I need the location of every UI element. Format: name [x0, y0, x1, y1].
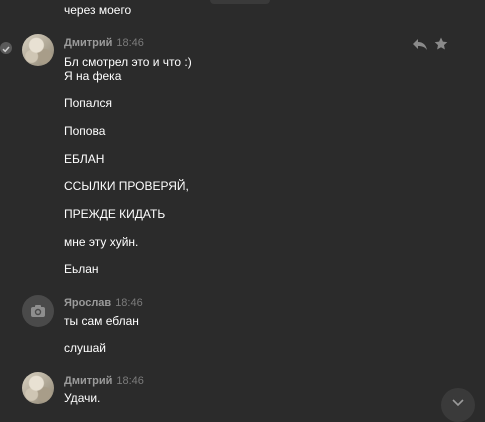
- message-text: через моего: [64, 3, 132, 17]
- message-time: 18:46: [116, 375, 144, 387]
- message-time: 18:46: [116, 37, 144, 49]
- author-name[interactable]: Дмитрий: [64, 375, 112, 387]
- message-author[interactable]: Дмитрий 18:46: [64, 375, 144, 388]
- author-name[interactable]: Ярослав: [64, 297, 111, 309]
- camera-icon: [31, 305, 45, 317]
- scroll-down-button[interactable]: [441, 388, 475, 422]
- message-text: Еьлан: [64, 262, 99, 276]
- message-text: Бл смотрел это и что :): [64, 55, 192, 69]
- message-author[interactable]: Дмитрий 18:46: [64, 37, 144, 50]
- message-text: Я на фека: [64, 69, 122, 83]
- message-text: ты сам еблан: [64, 314, 139, 328]
- message-author[interactable]: Ярослав 18:46: [64, 297, 143, 310]
- avatar[interactable]: [22, 34, 54, 66]
- author-name[interactable]: Дмитрий: [64, 37, 112, 49]
- reply-icon[interactable]: [412, 36, 428, 52]
- avatar[interactable]: [22, 295, 54, 327]
- message-text: ССЫЛКИ ПРОВЕРЯЙ,: [64, 179, 189, 193]
- message-text: ПРЕЖДЕ КИДАТЬ: [64, 207, 166, 221]
- scroll-top-indicator: [210, 0, 270, 4]
- avatar[interactable]: [22, 372, 54, 404]
- chat-history: через моего Дмитрий 18:46 Бл смотрел это …: [0, 0, 485, 422]
- message-text: Удачи.: [64, 391, 101, 405]
- check-icon: [0, 42, 12, 54]
- message-time: 18:46: [115, 297, 143, 309]
- star-icon[interactable]: [433, 36, 449, 52]
- message-text: Попова: [64, 124, 106, 138]
- message-text: ЕБЛАН: [64, 152, 105, 166]
- message-text: мне эту хуйн.: [64, 235, 139, 249]
- message-text: слушай: [64, 341, 107, 355]
- message-text: Попался: [64, 96, 112, 110]
